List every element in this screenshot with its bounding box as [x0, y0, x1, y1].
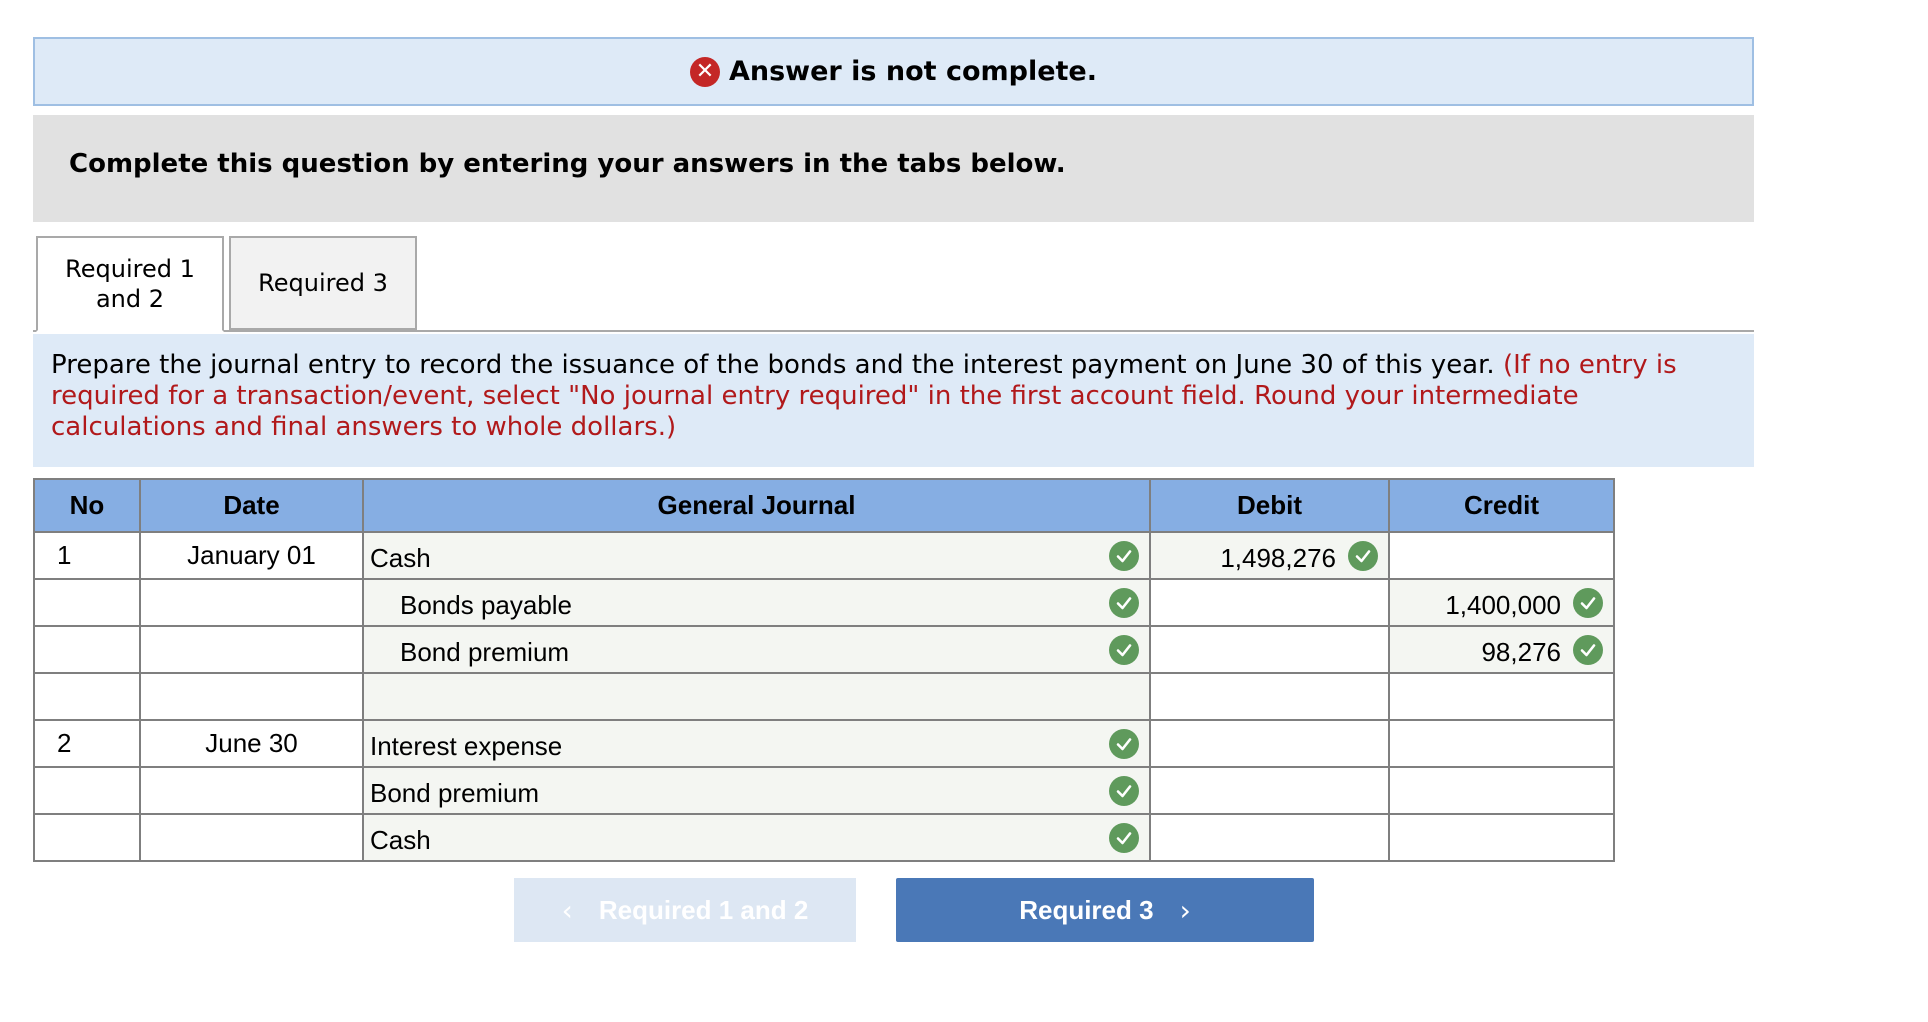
account-name: Cash — [370, 543, 431, 573]
header-debit: Debit — [1149, 478, 1390, 533]
question-box: Prepare the journal entry to record the … — [33, 334, 1754, 467]
table-row: 1 January 01 Cash 1,498,276 — [33, 531, 1615, 580]
header-credit: Credit — [1388, 478, 1615, 533]
cell-no — [33, 813, 141, 862]
check-icon — [1109, 729, 1139, 759]
tab-required-1-and-2[interactable]: Required 1 and 2 — [36, 236, 224, 332]
instruction-box: Complete this question by entering your … — [33, 115, 1754, 222]
table-row: Bond premium — [33, 766, 1615, 815]
table-row: 2 June 30 Interest expense — [33, 719, 1615, 768]
credit-amount: 1,400,000 — [1445, 590, 1561, 620]
credit-input[interactable] — [1388, 813, 1615, 862]
next-required-3-button[interactable]: Required 3 › — [896, 878, 1314, 942]
table-row: Cash — [33, 813, 1615, 862]
next-button-label: Required 3 — [1019, 894, 1154, 925]
prev-button-label: Required 1 and 2 — [598, 894, 809, 925]
credit-input[interactable] — [1388, 531, 1615, 580]
debit-input[interactable] — [1149, 578, 1390, 627]
table-row: Bonds payable 1,400,000 — [33, 578, 1615, 627]
header-no: No — [33, 478, 141, 533]
credit-input[interactable] — [1388, 766, 1615, 815]
cell-date[interactable] — [139, 625, 364, 674]
cell-date[interactable] — [139, 672, 364, 721]
account-select[interactable]: Bond premium — [362, 766, 1151, 815]
cell-no: 1 — [33, 531, 141, 580]
account-select[interactable] — [362, 672, 1151, 721]
tab-label: Required 3 — [258, 269, 388, 297]
question-prompt: Prepare the journal entry to record the … — [51, 350, 1495, 380]
check-icon — [1573, 588, 1603, 618]
credit-input[interactable]: 98,276 — [1388, 625, 1615, 674]
cell-date[interactable] — [139, 578, 364, 627]
account-name: Cash — [370, 825, 431, 855]
debit-input[interactable] — [1149, 813, 1390, 862]
general-journal-table: No Date General Journal Debit Credit 1 Ja… — [33, 478, 1615, 862]
check-icon — [1109, 588, 1139, 618]
cell-date[interactable] — [139, 813, 364, 862]
cell-no: 2 — [33, 719, 141, 768]
debit-input[interactable] — [1149, 719, 1390, 768]
prev-required-1-and-2-button[interactable]: ‹ Required 1 and 2 — [514, 878, 856, 942]
debit-input[interactable] — [1149, 766, 1390, 815]
status-message: Answer is not complete. — [728, 56, 1098, 87]
tab-label-line1: Required 1 — [65, 255, 195, 283]
header-general-journal: General Journal — [362, 478, 1151, 533]
account-select[interactable]: Bonds payable — [362, 578, 1151, 627]
status-banner: ✕ Answer is not complete. — [33, 37, 1754, 106]
check-icon — [1348, 541, 1378, 571]
check-icon — [1109, 635, 1139, 665]
credit-input[interactable] — [1388, 672, 1615, 721]
check-icon — [1573, 635, 1603, 665]
account-name: Interest expense — [370, 731, 563, 761]
debit-amount: 1,498,276 — [1220, 543, 1336, 573]
tab-bar: Required 1 and 2 Required 3 — [33, 236, 1754, 332]
account-name: Bond premium — [400, 637, 570, 667]
credit-input[interactable] — [1388, 719, 1615, 768]
account-select[interactable]: Bond premium — [362, 625, 1151, 674]
table-row — [33, 672, 1615, 721]
tab-label-line2: and 2 — [95, 285, 165, 313]
account-select[interactable]: Interest expense — [362, 719, 1151, 768]
cell-no — [33, 766, 141, 815]
cell-date[interactable]: June 30 — [139, 719, 364, 768]
check-icon — [1109, 823, 1139, 853]
account-name: Bonds payable — [400, 590, 573, 620]
credit-amount: 98,276 — [1481, 637, 1561, 667]
cell-no — [33, 672, 141, 721]
cell-date[interactable] — [139, 766, 364, 815]
account-select[interactable]: Cash — [362, 531, 1151, 580]
check-icon — [1109, 541, 1139, 571]
cell-no — [33, 625, 141, 674]
question-text: Prepare the journal entry to record the … — [51, 350, 1736, 443]
check-icon — [1109, 776, 1139, 806]
account-name: Bond premium — [370, 778, 540, 808]
chevron-right-icon: › — [1179, 893, 1191, 927]
cell-no — [33, 578, 141, 627]
instruction-text: Complete this question by entering your … — [69, 148, 1066, 179]
close-icon: ✕ — [689, 56, 720, 87]
debit-input[interactable] — [1149, 625, 1390, 674]
table-row: Bond premium 98,276 — [33, 625, 1615, 674]
chevron-left-icon: ‹ — [561, 893, 573, 927]
table-header-row: No Date General Journal Debit Credit — [33, 478, 1615, 533]
debit-input[interactable] — [1149, 672, 1390, 721]
cell-date[interactable]: January 01 — [139, 531, 364, 580]
account-select[interactable]: Cash — [362, 813, 1151, 862]
credit-input[interactable]: 1,400,000 — [1388, 578, 1615, 627]
debit-input[interactable]: 1,498,276 — [1149, 531, 1390, 580]
tab-required-3[interactable]: Required 3 — [229, 236, 417, 330]
header-date: Date — [139, 478, 364, 533]
